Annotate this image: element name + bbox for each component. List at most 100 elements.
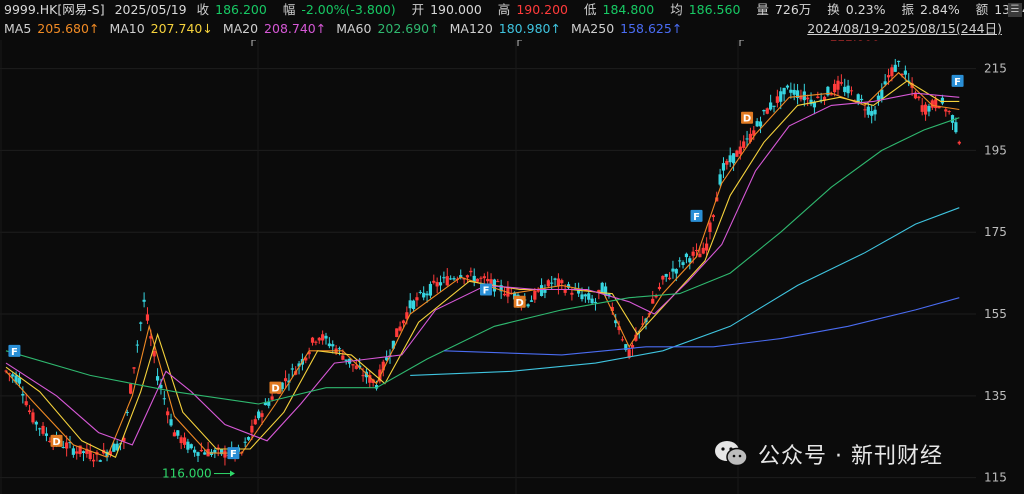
candle-body (890, 67, 894, 77)
ma-legend-item-ma5: MA5 205.680↑ (4, 21, 101, 36)
candle-body (418, 291, 422, 293)
candle-body (694, 249, 699, 251)
candle-body (354, 365, 358, 369)
candle-body (422, 292, 426, 298)
candle-body (920, 105, 924, 112)
event-marker-label: D (271, 384, 279, 395)
candle-body (88, 450, 92, 460)
candle-body (940, 97, 945, 104)
candle-body (61, 446, 65, 448)
candle-body (162, 398, 166, 400)
candle-body (479, 277, 483, 279)
ma-line-ma5 (5, 71, 960, 458)
candle-body (486, 279, 490, 282)
candle-body (870, 111, 874, 116)
candle-body (24, 401, 28, 406)
candle-body (331, 344, 335, 347)
candle-body (283, 378, 288, 382)
candle-body (583, 294, 587, 297)
candle-body (957, 141, 961, 144)
candle-body (836, 80, 840, 90)
symbol-label: 9999.HK[网易-S] (4, 2, 105, 17)
candle-body (765, 108, 769, 114)
date-range-selector[interactable]: 2024/08/19-2025/08/15(244日) (807, 21, 1002, 37)
ma-legend-item-ma250: MA250 158.625↑ (571, 21, 684, 36)
candle-body (34, 421, 38, 425)
candle-body (321, 334, 325, 341)
watermark: 公众号 · 新刊财经 (714, 436, 943, 472)
candle-body (550, 282, 554, 284)
candle-body (738, 146, 742, 154)
ma-value: 205.680↑ (37, 21, 100, 36)
ma-name: MA10 (109, 21, 149, 36)
event-marker-d: D (269, 381, 282, 395)
candle-body (179, 437, 183, 444)
event-marker-d: D (741, 111, 754, 125)
candle-body (539, 285, 544, 296)
event-marker-label: F (230, 449, 237, 460)
panel-menu-icon[interactable]: ☰ (1008, 3, 1022, 17)
ma-value: 207.740↓ (150, 21, 213, 36)
candlestick-chart[interactable]: 215 195 175 155 135 115 F D F D F D F D F 222.800 116.00… (0, 40, 1024, 494)
candle-body (341, 355, 345, 360)
watermark-text: 公众号 · 新刊财经 (758, 444, 943, 469)
open-value: 190.000 (430, 2, 482, 17)
close-title: 收 (196, 2, 210, 17)
candle-body (701, 247, 705, 254)
candle-body (21, 393, 25, 396)
candle-body (876, 95, 881, 100)
candle-body (250, 425, 254, 433)
candle-body (223, 450, 227, 458)
candle-body (721, 163, 726, 171)
candle-body (954, 122, 958, 133)
candle-body (337, 348, 342, 350)
ma-name: MA5 (4, 21, 36, 36)
amplitude-title: 振 (901, 2, 914, 17)
event-marker-label: F (693, 212, 700, 223)
candle-body (806, 97, 810, 100)
candle-body (839, 82, 843, 84)
candle-body (129, 383, 133, 394)
ma-legend-item-ma10: MA10 207.740↓ (109, 21, 214, 36)
candle-body (923, 104, 928, 115)
candle-body (203, 452, 207, 455)
candle-body (833, 83, 837, 93)
max-price-label: 222.800 (830, 40, 880, 44)
candle-body (71, 448, 75, 455)
change-value: -2.00%(-3.800) (301, 2, 396, 17)
candle-body (600, 282, 604, 293)
ma-name: MA20 (222, 21, 263, 36)
candle-body (526, 304, 530, 307)
candle-body (785, 85, 790, 88)
candle-body (950, 115, 955, 123)
candle-body (324, 335, 328, 339)
candle-body (674, 269, 678, 274)
event-marker-d: D (50, 434, 63, 448)
candle-body (415, 297, 419, 301)
candle-body (725, 160, 729, 165)
candle-body (253, 419, 257, 425)
ma-line-ma60 (5, 117, 960, 405)
ma-value: 202.690↑ (377, 21, 440, 36)
y-tick-label: 155 (984, 307, 1007, 321)
candle-body (782, 87, 786, 95)
volume-title: 量 (756, 2, 769, 17)
candle-body (260, 413, 264, 417)
event-marker-f: F (227, 447, 240, 460)
candle-body (314, 341, 318, 343)
candle-body (893, 64, 897, 72)
candle-body (661, 275, 665, 280)
event-marker-f: F (690, 209, 703, 223)
candle-body (502, 293, 507, 296)
candle-body (193, 449, 197, 453)
candle-body (182, 437, 187, 445)
ma-line-ma20 (5, 92, 960, 446)
candle-body (731, 153, 736, 164)
volume-value: 726万 (774, 2, 812, 17)
candle-body (145, 314, 150, 321)
period-tick (739, 40, 744, 46)
ma-value: 158.625↑ (620, 21, 683, 36)
event-marker-label: D (743, 114, 751, 125)
amount-title: 额 (975, 2, 989, 17)
candle-body (176, 430, 180, 436)
